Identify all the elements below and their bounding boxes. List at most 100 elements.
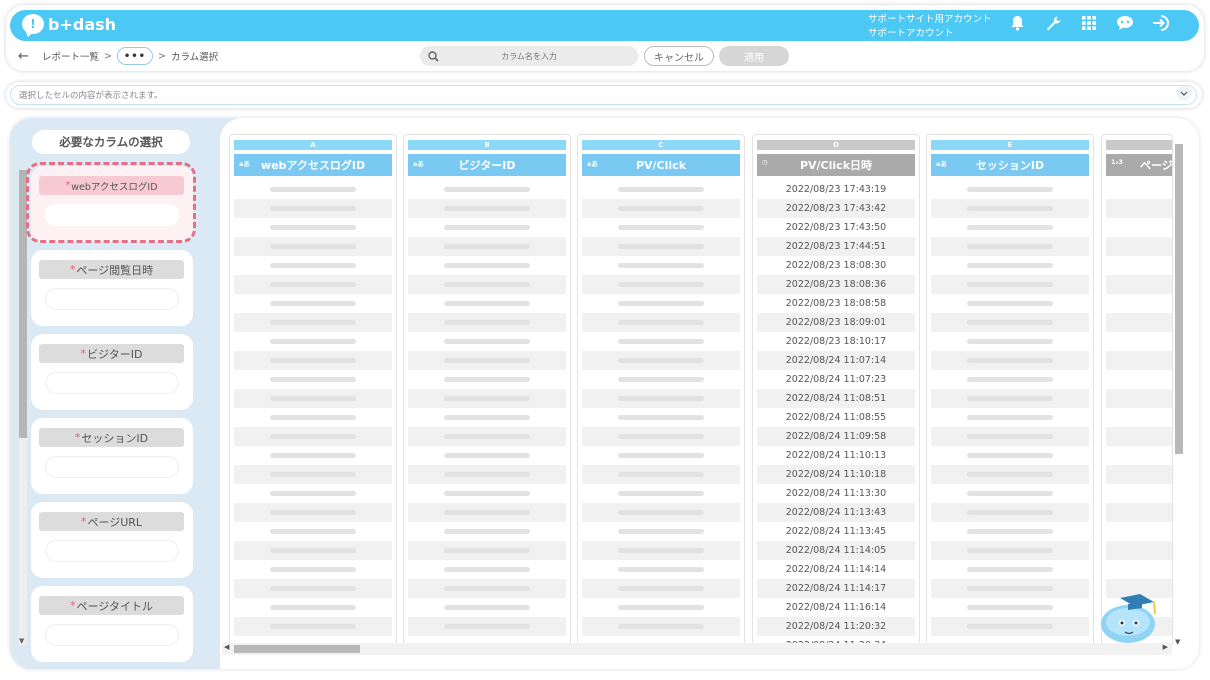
table-cell[interactable]	[234, 427, 392, 446]
table-cell[interactable]	[931, 180, 1089, 199]
table-cell[interactable]: 2022/08/23 18:08:36	[757, 275, 915, 294]
table-cell[interactable]	[582, 541, 740, 560]
table-cell[interactable]	[408, 313, 566, 332]
table-cell[interactable]	[1106, 484, 1172, 503]
data-column[interactable]: Eaあ セッションID	[926, 134, 1094, 647]
table-cell[interactable]	[1106, 199, 1172, 218]
assistant-mascot-icon[interactable]	[1098, 590, 1160, 648]
table-cell[interactable]	[408, 541, 566, 560]
table-cell[interactable]	[931, 218, 1089, 237]
table-cell[interactable]	[408, 199, 566, 218]
account-info[interactable]: サポートサイト用アカウント サポートアカウント	[868, 13, 992, 41]
table-cell[interactable]: 2022/08/24 11:14:14	[757, 560, 915, 579]
breadcrumb-report-list[interactable]: レポート一覧	[42, 49, 99, 63]
table-cell[interactable]	[582, 389, 740, 408]
breadcrumb-more-button[interactable]: •••	[116, 47, 153, 65]
scroll-down-arrow-icon[interactable]: ▼	[1175, 638, 1180, 646]
table-cell[interactable]: 2022/08/23 18:10:17	[757, 332, 915, 351]
scroll-right-arrow-icon[interactable]: ▶	[1163, 643, 1168, 651]
table-cell[interactable]	[408, 465, 566, 484]
required-column-card[interactable]: * ページタイトル	[31, 586, 193, 662]
table-cell[interactable]	[582, 218, 740, 237]
table-cell[interactable]	[582, 199, 740, 218]
sidebar-scrollbar[interactable]: ▼	[19, 170, 27, 645]
table-cell[interactable]	[234, 294, 392, 313]
table-cell[interactable]	[931, 294, 1089, 313]
table-cell[interactable]	[1106, 408, 1172, 427]
table-cell[interactable]	[1106, 237, 1172, 256]
column-header[interactable]: aあ webアクセスログID	[234, 154, 392, 176]
column-header[interactable]: aあ セッションID	[931, 154, 1089, 176]
table-cell[interactable]	[1106, 427, 1172, 446]
table-cell[interactable]	[582, 237, 740, 256]
table-cell[interactable]	[234, 465, 392, 484]
table-cell[interactable]	[234, 617, 392, 636]
table-cell[interactable]: 2022/08/23 17:43:50	[757, 218, 915, 237]
table-cell[interactable]: 2022/08/24 11:07:14	[757, 351, 915, 370]
scroll-left-arrow-icon[interactable]: ◀	[224, 643, 229, 651]
table-cell[interactable]	[234, 560, 392, 579]
table-cell[interactable]	[408, 579, 566, 598]
table-cell[interactable]	[931, 199, 1089, 218]
table-cell[interactable]	[408, 351, 566, 370]
table-cell[interactable]	[582, 446, 740, 465]
table-cell[interactable]	[1106, 180, 1172, 199]
table-cell[interactable]	[931, 465, 1089, 484]
table-cell[interactable]	[1106, 256, 1172, 275]
table-cell[interactable]	[931, 484, 1089, 503]
data-column[interactable]: D ◷ PV/Click日時 2022/08/23 17:43:19 2022/08/2…	[752, 134, 920, 647]
table-cell[interactable]	[234, 180, 392, 199]
table-cell[interactable]	[1106, 465, 1172, 484]
table-cell[interactable]	[408, 275, 566, 294]
table-cell[interactable]: 2022/08/24 11:13:45	[757, 522, 915, 541]
table-cell[interactable]	[408, 332, 566, 351]
table-cell[interactable]	[931, 332, 1089, 351]
table-cell[interactable]	[408, 484, 566, 503]
table-cell[interactable]	[1106, 294, 1172, 313]
table-cell[interactable]	[582, 427, 740, 446]
column-header[interactable]: 1₂3 ページ	[1106, 154, 1172, 176]
column-header[interactable]: aあ PV/Click	[582, 154, 740, 176]
table-cell[interactable]	[582, 351, 740, 370]
table-cell[interactable]: 2022/08/24 11:10:18	[757, 465, 915, 484]
grid-icon[interactable]	[1080, 14, 1098, 32]
required-column-card[interactable]: * ビジターID	[31, 334, 193, 410]
table-cell[interactable]	[408, 218, 566, 237]
table-cell[interactable]: 2022/08/23 18:09:01	[757, 313, 915, 332]
table-cell[interactable]: 2022/08/24 11:07:23	[757, 370, 915, 389]
column-search-input[interactable]	[439, 51, 619, 61]
data-column[interactable]: 1₂3 ページ	[1101, 134, 1173, 647]
table-cell[interactable]: 2022/08/24 11:13:43	[757, 503, 915, 522]
table-cell[interactable]	[234, 503, 392, 522]
bell-icon[interactable]	[1008, 14, 1026, 32]
table-cell[interactable]	[408, 256, 566, 275]
table-cell[interactable]	[408, 389, 566, 408]
chevron-down-icon[interactable]	[1176, 86, 1192, 100]
data-column[interactable]: Aaあ webアクセスログID	[229, 134, 397, 647]
grid-vertical-scrollbar[interactable]: ▼	[1174, 140, 1184, 646]
table-cell[interactable]	[408, 503, 566, 522]
table-cell[interactable]	[1106, 218, 1172, 237]
table-cell[interactable]	[234, 484, 392, 503]
table-cell[interactable]	[408, 294, 566, 313]
table-cell[interactable]	[582, 465, 740, 484]
table-cell[interactable]: 2022/08/24 11:08:55	[757, 408, 915, 427]
table-cell[interactable]	[408, 446, 566, 465]
table-cell[interactable]	[234, 541, 392, 560]
table-cell[interactable]	[582, 617, 740, 636]
table-cell[interactable]	[931, 389, 1089, 408]
logo[interactable]: ! b+dash	[22, 14, 116, 34]
column-drop-slot[interactable]	[45, 540, 179, 562]
table-cell[interactable]	[931, 503, 1089, 522]
table-cell[interactable]	[408, 617, 566, 636]
table-cell[interactable]: 2022/08/24 11:14:05	[757, 541, 915, 560]
column-drop-slot[interactable]	[45, 372, 179, 394]
table-cell[interactable]	[582, 503, 740, 522]
logout-icon[interactable]	[1152, 14, 1170, 32]
table-cell[interactable]	[582, 332, 740, 351]
table-cell[interactable]	[234, 275, 392, 294]
table-cell[interactable]	[582, 370, 740, 389]
grid-horizontal-scroll-thumb[interactable]	[234, 645, 360, 653]
table-cell[interactable]	[582, 598, 740, 617]
required-column-card[interactable]: * ページURL	[31, 502, 193, 578]
